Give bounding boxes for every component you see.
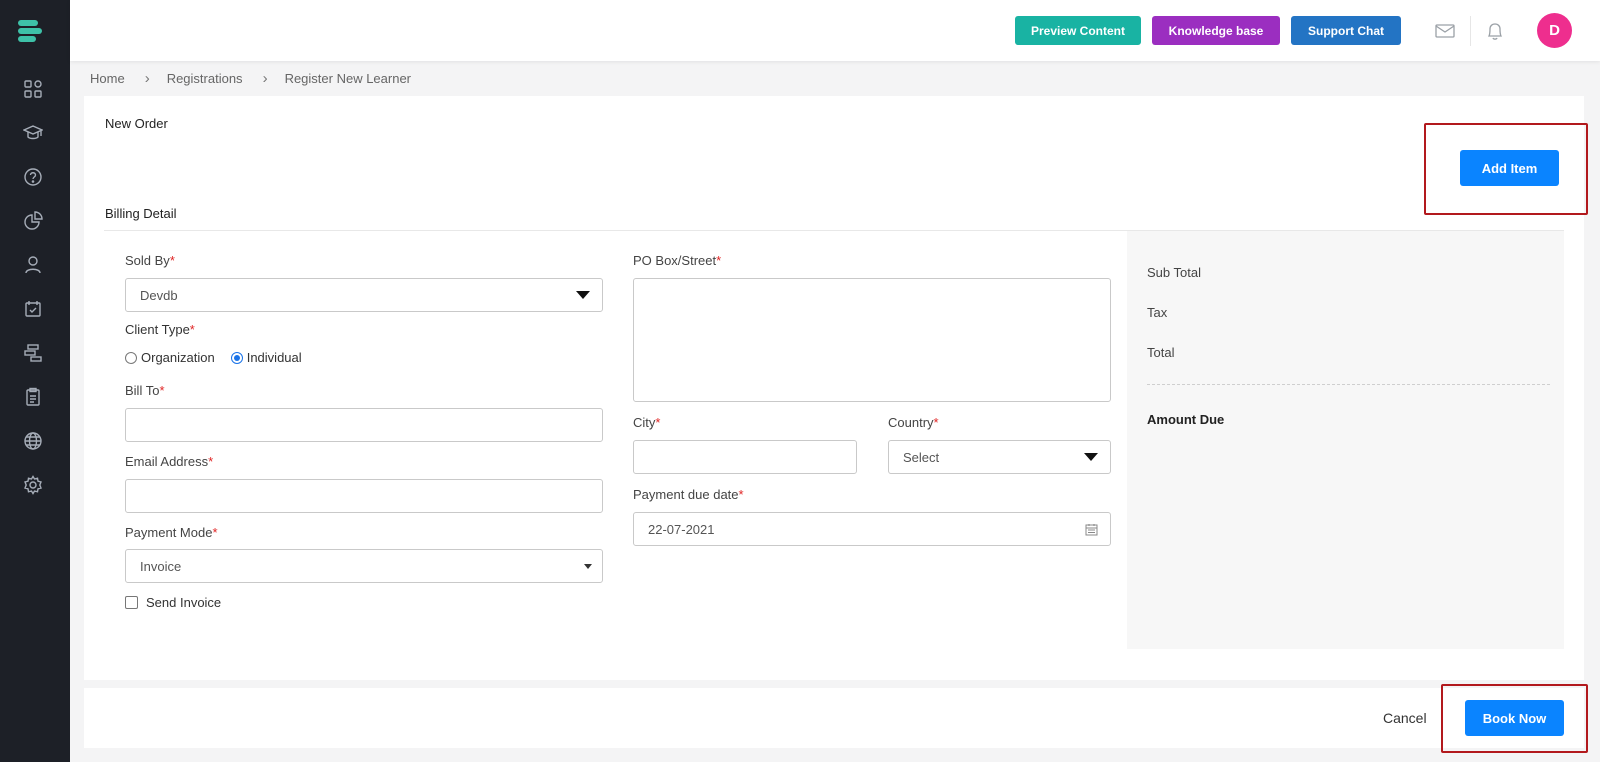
required-mark: * bbox=[655, 415, 661, 430]
email-label: Email Address* bbox=[125, 454, 213, 469]
tax-label: Tax bbox=[1147, 305, 1168, 320]
country-select[interactable]: Select bbox=[888, 440, 1111, 474]
payment-due-value: 22-07-2021 bbox=[648, 521, 715, 537]
order-summary-panel bbox=[1127, 231, 1564, 649]
sold-by-select[interactable]: Devdb bbox=[125, 278, 603, 312]
bill-to-label: Bill To* bbox=[125, 383, 165, 398]
required-mark: * bbox=[738, 487, 744, 502]
sold-by-label-text: Sold By bbox=[125, 253, 170, 268]
amount-due-label: Amount Due bbox=[1147, 412, 1225, 427]
country-value: Select bbox=[903, 449, 940, 465]
avatar[interactable]: D bbox=[1537, 13, 1572, 48]
required-mark: * bbox=[159, 383, 165, 398]
preview-content-button[interactable]: Preview Content bbox=[1015, 16, 1141, 45]
city-label-text: City bbox=[633, 415, 656, 430]
country-label: Country* bbox=[888, 415, 939, 430]
caret-down-icon bbox=[1084, 453, 1098, 461]
calendar-icon[interactable] bbox=[1085, 523, 1098, 536]
breadcrumb-home[interactable]: Home bbox=[90, 71, 125, 86]
bill-to-input[interactable] bbox=[125, 408, 603, 442]
po-box-textarea[interactable] bbox=[633, 278, 1111, 402]
radio-individual-label[interactable]: Individual bbox=[247, 350, 302, 365]
help-icon[interactable] bbox=[22, 166, 44, 188]
support-chat-button[interactable]: Support Chat bbox=[1291, 16, 1401, 45]
payment-due-label-text: Payment due date bbox=[633, 487, 739, 502]
bell-icon[interactable] bbox=[1484, 20, 1506, 42]
email-input[interactable] bbox=[125, 479, 603, 513]
bill-to-label-text: Bill To bbox=[125, 383, 160, 398]
po-box-label-text: PO Box/Street bbox=[633, 253, 717, 268]
chevron-right-icon: › bbox=[262, 70, 268, 87]
breadcrumb-current: Register New Learner bbox=[284, 71, 412, 86]
required-mark: * bbox=[189, 322, 195, 337]
required-mark: * bbox=[208, 454, 214, 469]
city-label: City* bbox=[633, 415, 660, 430]
total-label: Total bbox=[1147, 345, 1175, 360]
settings-icon[interactable] bbox=[22, 474, 44, 496]
calendar-icon[interactable] bbox=[22, 298, 44, 320]
workflow-icon[interactable] bbox=[22, 342, 44, 364]
required-mark: * bbox=[169, 253, 175, 268]
knowledge-base-button[interactable]: Knowledge base bbox=[1152, 16, 1280, 45]
required-mark: * bbox=[716, 253, 722, 268]
radio-individual[interactable] bbox=[230, 351, 243, 364]
client-type-label-text: Client Type bbox=[125, 322, 190, 337]
sidebar bbox=[0, 0, 70, 762]
payment-mode-select[interactable]: Invoice bbox=[125, 549, 603, 583]
sold-by-value: Devdb bbox=[140, 287, 178, 303]
client-type-label: Client Type* bbox=[125, 322, 195, 337]
graduation-cap-icon[interactable] bbox=[22, 122, 44, 144]
sold-by-label: Sold By* bbox=[125, 253, 175, 268]
city-input[interactable] bbox=[633, 440, 857, 474]
caret-down-icon bbox=[584, 564, 592, 569]
globe-icon[interactable] bbox=[22, 430, 44, 452]
caret-down-icon bbox=[576, 291, 590, 299]
dashboard-icon[interactable] bbox=[22, 78, 44, 100]
required-mark: * bbox=[933, 415, 939, 430]
summary-divider bbox=[1147, 384, 1550, 385]
billing-detail-title: Billing Detail bbox=[105, 206, 177, 221]
topbar-divider bbox=[1470, 16, 1471, 46]
payment-due-date-input[interactable]: 22-07-2021 bbox=[633, 512, 1111, 546]
send-invoice-label[interactable]: Send Invoice bbox=[146, 595, 221, 610]
send-invoice-checkbox[interactable] bbox=[125, 596, 138, 609]
form-footer bbox=[84, 688, 1584, 748]
payment-mode-value: Invoice bbox=[140, 558, 182, 574]
breadcrumb-registrations[interactable]: Registrations bbox=[167, 71, 243, 86]
payment-due-label: Payment due date* bbox=[633, 487, 744, 502]
email-label-text: Email Address bbox=[125, 454, 209, 469]
chevron-right-icon: › bbox=[144, 70, 150, 87]
radio-organization-label[interactable]: Organization bbox=[141, 350, 215, 365]
clipboard-icon[interactable] bbox=[22, 386, 44, 408]
payment-mode-label-text: Payment Mode bbox=[125, 525, 213, 540]
cancel-button[interactable]: Cancel bbox=[1383, 710, 1427, 726]
po-box-label: PO Box/Street* bbox=[633, 253, 721, 268]
subtotal-label: Sub Total bbox=[1147, 265, 1201, 280]
payment-mode-label: Payment Mode* bbox=[125, 525, 218, 540]
radio-organization[interactable] bbox=[125, 351, 137, 364]
user-icon[interactable] bbox=[22, 254, 44, 276]
country-label-text: Country bbox=[888, 415, 934, 430]
highlight-box bbox=[1441, 684, 1588, 753]
mail-icon[interactable] bbox=[1434, 20, 1456, 42]
breadcrumb: Home › Registrations › Register New Lear… bbox=[90, 70, 411, 87]
required-mark: * bbox=[212, 525, 218, 540]
pie-chart-icon[interactable] bbox=[22, 210, 44, 232]
new-order-title: New Order bbox=[105, 116, 168, 131]
highlight-box bbox=[1424, 123, 1588, 215]
app-logo[interactable] bbox=[18, 20, 42, 46]
client-type-radio-group: Organization Individual bbox=[125, 350, 302, 365]
